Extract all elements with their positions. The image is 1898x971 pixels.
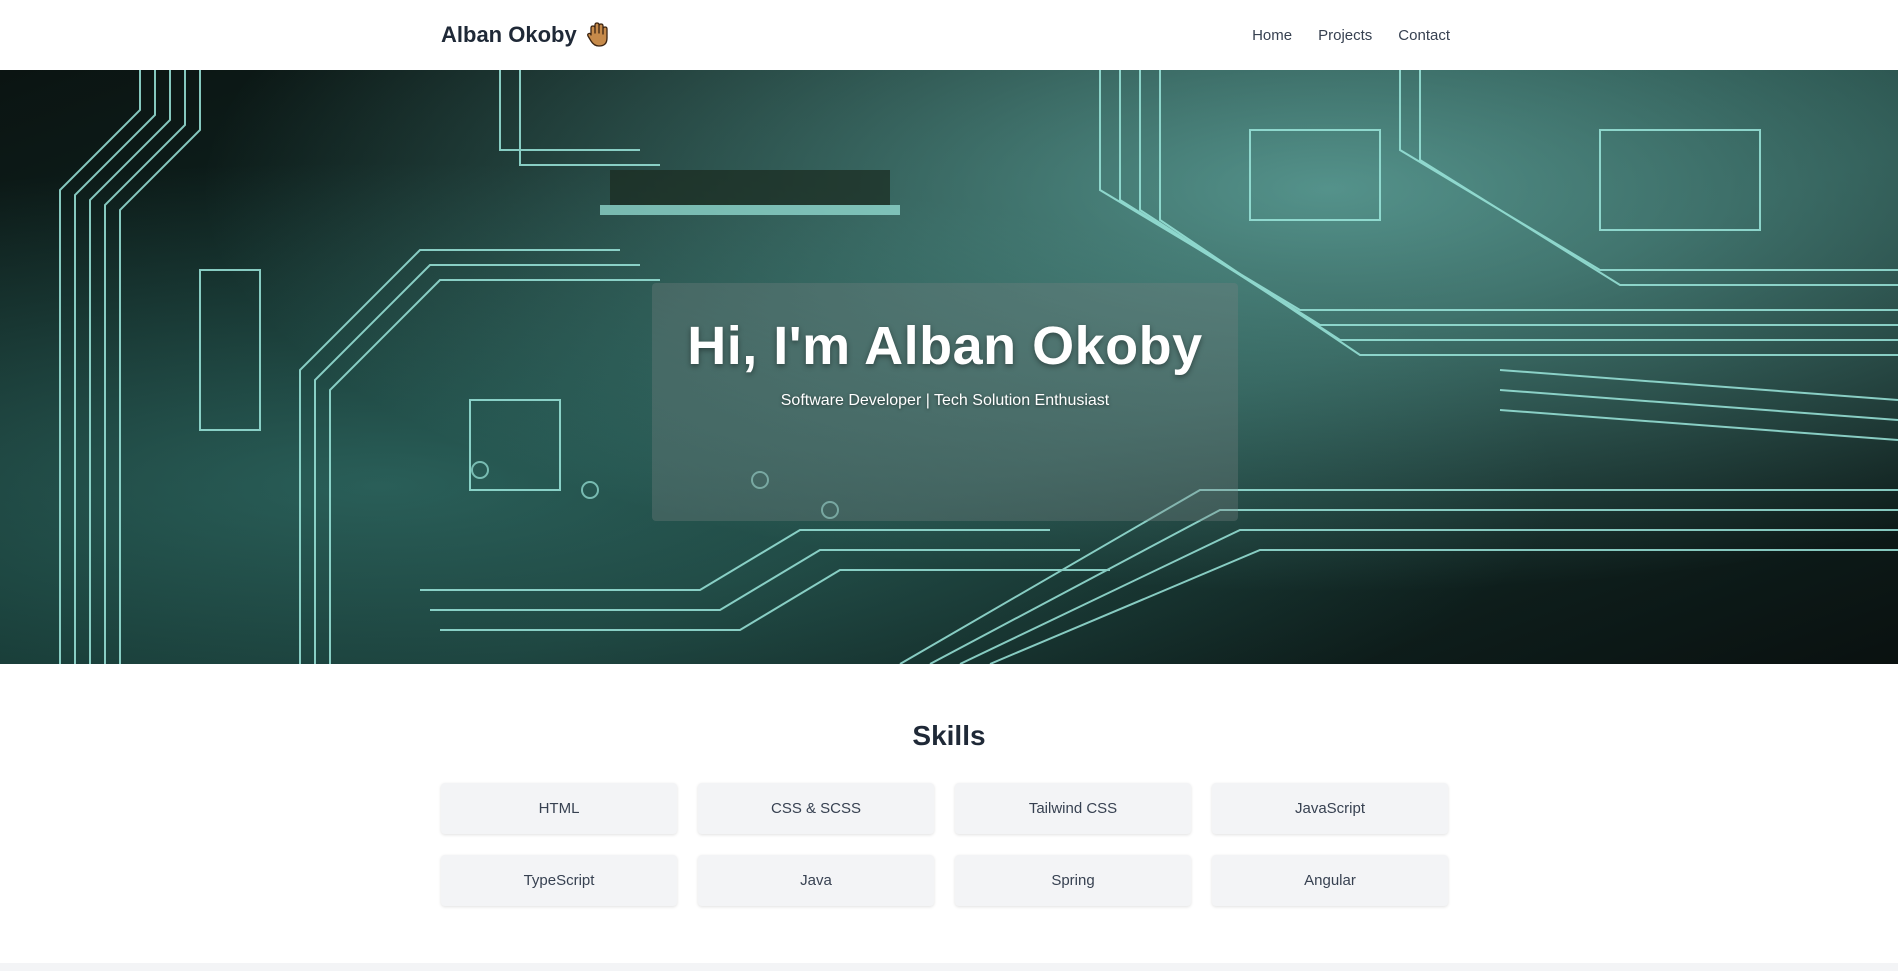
skill-card-typescript: TypeScript	[441, 855, 677, 906]
nav-projects-link[interactable]: Projects	[1318, 27, 1372, 44]
hero-subtitle: Software Developer | Tech Solution Enthu…	[780, 392, 1110, 409]
nav-home-link[interactable]: Home	[1252, 27, 1292, 44]
brand-name: Alban Okoby	[441, 22, 577, 47]
hero-title: Hi, I'm Alban Okoby	[687, 316, 1203, 376]
footer-strip	[0, 963, 1898, 971]
main-nav: Home Projects Contact	[1252, 27, 1450, 44]
skill-card-spring: Spring	[955, 855, 1191, 906]
site-header: Alban Okoby Home Projects Contact	[0, 0, 1898, 70]
skill-card-java: Java	[698, 855, 934, 906]
skill-card-angular: Angular	[1212, 855, 1448, 906]
skill-card-tailwind-css: Tailwind CSS	[955, 783, 1191, 834]
header-inner: Alban Okoby Home Projects Contact	[441, 0, 1450, 70]
skills-heading: Skills	[912, 720, 986, 751]
waving-hand-icon	[585, 21, 611, 49]
skill-card-css-scss: CSS & SCSS	[698, 783, 934, 834]
skills-grid: HTML CSS & SCSS Tailwind CSS JavaScript …	[441, 783, 1450, 906]
skill-card-html: HTML	[441, 783, 677, 834]
nav-contact-link[interactable]: Contact	[1398, 27, 1450, 44]
brand-link[interactable]: Alban Okoby	[441, 21, 611, 49]
skill-card-javascript: JavaScript	[1212, 783, 1448, 834]
